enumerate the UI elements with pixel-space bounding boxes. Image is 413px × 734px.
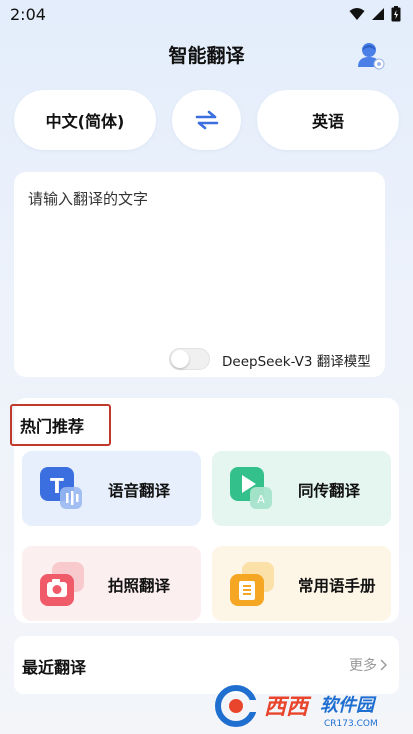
model-toggle[interactable]	[169, 348, 210, 370]
source-language-button[interactable]: 中文(简体)	[14, 90, 156, 150]
watermark-url: CR173.COM	[324, 719, 378, 729]
simultaneous-translate-label: 同传翻译	[298, 482, 361, 500]
more-link[interactable]: 更多	[349, 655, 387, 675]
toggle-knob	[171, 350, 189, 368]
hot-section-title: 热门推荐	[10, 404, 111, 446]
status-bar: 2:04	[0, 0, 413, 28]
phrasebook-icon	[230, 562, 274, 606]
phrasebook-label: 常用语手册	[298, 577, 376, 595]
swap-arrows-icon	[195, 110, 218, 130]
model-label: DeepSeek-V3 翻译模型	[222, 354, 371, 370]
simultaneous-translate-icon: A	[230, 467, 272, 509]
simultaneous-translate-card[interactable]: A 同传翻译	[212, 451, 391, 526]
target-language-button[interactable]: 英语	[257, 90, 399, 150]
chevron-right-icon	[380, 659, 387, 671]
page-title: 智能翻译	[168, 45, 245, 67]
site-watermark-logo: 西西 软件园 CR173.COM	[215, 685, 378, 729]
phrasebook-card[interactable]: 常用语手册	[212, 546, 391, 621]
status-icons	[349, 6, 401, 22]
voice-translate-icon: T	[40, 467, 82, 509]
watermark-sub: 软件园	[320, 695, 377, 716]
swap-languages-button[interactable]	[172, 90, 241, 150]
camera-translate-label: 拍照翻译	[108, 577, 171, 595]
battery-icon	[391, 6, 401, 22]
camera-translate-card[interactable]: 拍照翻译	[22, 546, 201, 621]
recent-title: 最近翻译	[22, 658, 87, 677]
translate-input[interactable]	[28, 188, 368, 338]
input-card: DeepSeek-V3 翻译模型	[14, 172, 385, 377]
status-time: 2:04	[10, 5, 46, 24]
wifi-icon	[349, 8, 365, 20]
signal-icon	[372, 8, 384, 20]
voice-translate-card[interactable]: T 语音翻译	[22, 451, 201, 526]
svg-text:A: A	[257, 493, 265, 506]
more-label: 更多	[349, 658, 377, 674]
user-avatar-icon	[358, 43, 385, 70]
watermark-brand: 西西	[264, 695, 312, 720]
avatar[interactable]	[355, 40, 387, 72]
voice-translate-label: 语音翻译	[108, 482, 171, 500]
camera-translate-icon	[40, 562, 84, 606]
hot-section: 热门推荐 T 语音翻译 A 同传翻译 拍照翻译 常用语手册	[10, 398, 399, 623]
